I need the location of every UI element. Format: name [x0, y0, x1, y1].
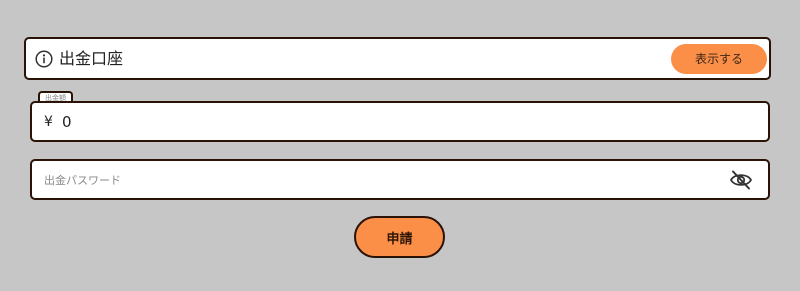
eye-off-icon[interactable]: [729, 168, 753, 192]
withdrawal-account-bar: 出金口座 表示する: [24, 37, 771, 80]
password-input[interactable]: [44, 170, 714, 190]
info-icon: [35, 50, 53, 68]
password-field[interactable]: [30, 159, 770, 200]
amount-input[interactable]: [62, 112, 752, 132]
show-account-button[interactable]: 表示する: [671, 44, 767, 74]
apply-button[interactable]: 申請: [354, 216, 445, 258]
amount-field[interactable]: ¥: [30, 101, 770, 142]
account-title: 出金口座: [59, 49, 124, 68]
currency-symbol: ¥: [44, 114, 53, 130]
